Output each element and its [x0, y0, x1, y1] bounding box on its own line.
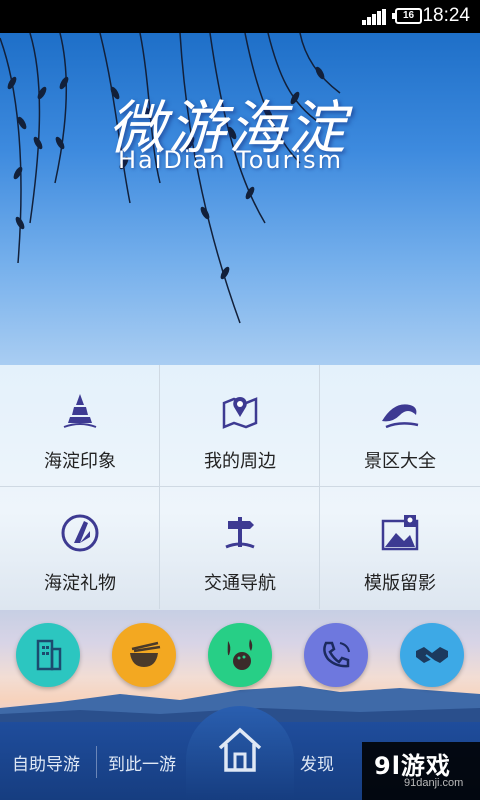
app-logo-subtitle: HaiDian Tourism	[118, 146, 344, 174]
grid-item-label: 海淀礼物	[44, 573, 116, 594]
nav-self-guide[interactable]: 自助导游	[12, 750, 80, 775]
quick-button-entertainment[interactable]	[208, 623, 272, 687]
photo-frame-icon	[381, 515, 419, 551]
watermark-title: 9l游戏	[374, 752, 451, 780]
nav-discover[interactable]: 发现	[300, 750, 334, 775]
quick-button-phone[interactable]	[304, 623, 368, 687]
grid-item-label: 交通导航	[204, 573, 276, 594]
nav-divider	[96, 746, 97, 778]
nav-checkin[interactable]: 到此一游	[108, 750, 176, 775]
handshake-icon	[416, 647, 448, 663]
battery-icon: 16	[392, 8, 422, 24]
grid-item-label: 模版留影	[364, 573, 436, 594]
gift-logo-icon	[61, 514, 99, 552]
home-icon	[218, 727, 262, 772]
status-bar: 16 18:24	[0, 0, 480, 33]
feature-grid: 海淀印象 我的周边 景区大全 海淀礼物 交通导航 模版留影	[0, 365, 480, 610]
wave-icon	[382, 404, 419, 429]
grid-item-gift[interactable]: 海淀礼物	[0, 487, 160, 609]
building-icon	[36, 639, 62, 671]
grid-item-photo[interactable]: 模版留影	[320, 487, 480, 609]
phone-icon	[323, 641, 350, 668]
quick-button-service[interactable]	[400, 623, 464, 687]
map-pin-icon	[222, 397, 258, 429]
watermark: 9l游戏 91danji.com	[362, 742, 480, 800]
signal-icon	[362, 9, 386, 25]
hero-banner: 微游海淀 HaiDian Tourism	[0, 33, 480, 365]
signpost-icon	[225, 517, 255, 549]
grid-item-scenic[interactable]: 景区大全	[320, 365, 480, 487]
quick-button-food[interactable]	[112, 623, 176, 687]
food-bowl-icon	[130, 641, 161, 667]
grid-item-label: 景区大全	[364, 451, 436, 472]
pagoda-icon	[63, 394, 97, 428]
grid-item-nearby[interactable]: 我的周边	[160, 365, 320, 487]
grid-item-impression[interactable]: 海淀印象	[0, 365, 160, 487]
grid-item-navigation[interactable]: 交通导航	[160, 487, 320, 609]
grid-item-label: 我的周边	[204, 451, 276, 472]
status-time: 18:24	[422, 5, 470, 26]
watermark-site: 91danji.com	[404, 777, 464, 789]
quick-button-building[interactable]	[16, 623, 80, 687]
bowling-icon	[227, 639, 253, 670]
grid-item-label: 海淀印象	[44, 451, 116, 472]
